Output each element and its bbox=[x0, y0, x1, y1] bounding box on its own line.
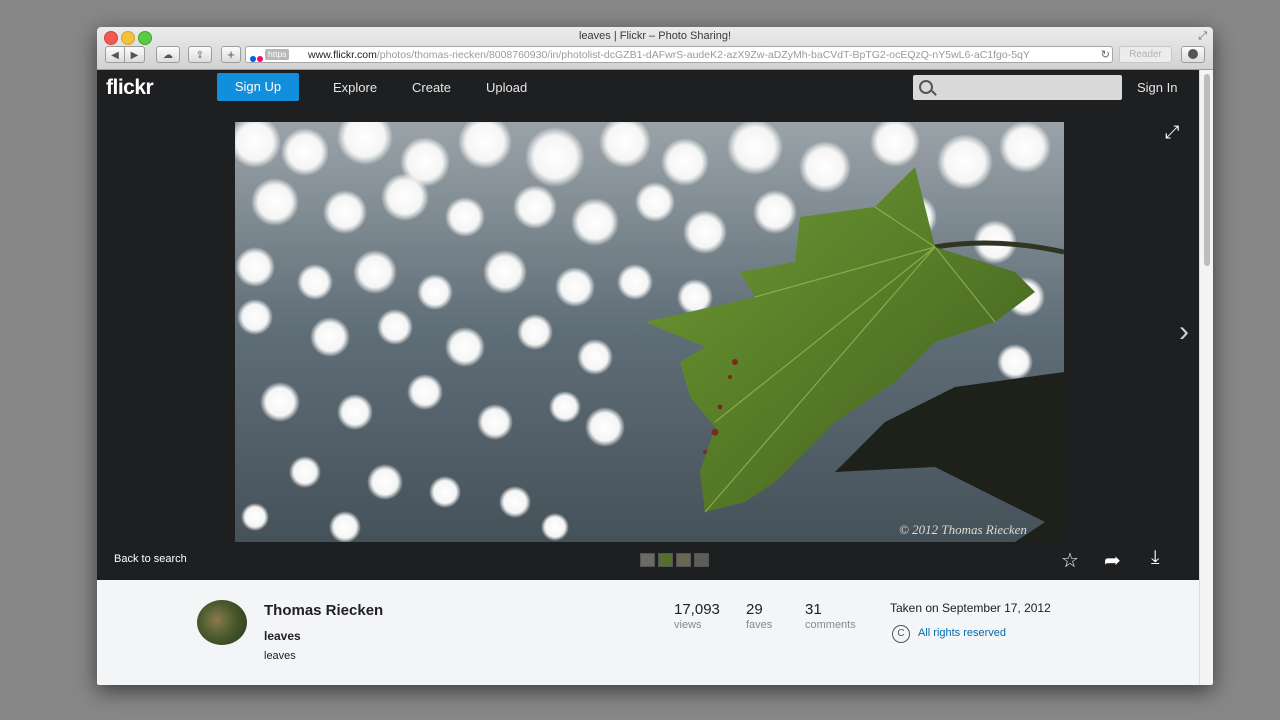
next-photo-arrow[interactable]: › bbox=[1179, 315, 1189, 349]
license-link[interactable]: All rights reserved bbox=[918, 627, 1006, 639]
taken-date[interactable]: Taken on September 17, 2012 bbox=[890, 601, 1051, 615]
photo-info-panel: Thomas Riecken leaves leaves 17,093 view… bbox=[97, 580, 1199, 685]
stat-value: 31 bbox=[805, 601, 822, 618]
stat-comments: 31 comments bbox=[805, 601, 856, 631]
photo-description: leaves bbox=[264, 650, 296, 662]
owner-name[interactable]: Thomas Riecken bbox=[264, 602, 383, 619]
url-host: www.flickr.com bbox=[308, 49, 377, 61]
back-button[interactable]: ◀ bbox=[105, 46, 125, 63]
nav-create[interactable]: Create bbox=[412, 80, 451, 95]
nav-explore[interactable]: Explore bbox=[333, 80, 377, 95]
address-bar[interactable]: https www.flickr.com/photos/thomas-rieck… bbox=[245, 46, 1113, 63]
stat-label: views bbox=[674, 619, 702, 631]
filmstrip-thumb[interactable] bbox=[658, 553, 673, 567]
filmstrip-thumb[interactable] bbox=[694, 553, 709, 567]
scrollbar-thumb[interactable] bbox=[1204, 74, 1210, 266]
icloud-tabs-button[interactable]: ☁ bbox=[156, 46, 180, 63]
copyright-icon: C bbox=[892, 625, 910, 643]
downloads-button[interactable] bbox=[1181, 46, 1205, 63]
flickr-page: flickr Sign Up Explore Create Upload Sig… bbox=[97, 70, 1199, 685]
filmstrip bbox=[640, 553, 712, 567]
page-scrollbar[interactable] bbox=[1199, 70, 1213, 685]
flickr-logo[interactable]: flickr bbox=[106, 76, 154, 100]
forward-button[interactable]: ▶ bbox=[125, 46, 145, 63]
browser-window: leaves | Flickr – Photo Sharing! ⤢ ◀ ▶ ☁… bbox=[97, 27, 1213, 685]
sign-up-button[interactable]: Sign Up bbox=[217, 73, 299, 101]
search-icon bbox=[919, 80, 933, 94]
main-photo[interactable]: © 2012 Thomas Riecken bbox=[235, 122, 1064, 542]
stat-value: 29 bbox=[746, 601, 763, 618]
favicon bbox=[250, 52, 264, 62]
sign-in-link[interactable]: Sign In bbox=[1137, 80, 1177, 95]
fave-star-icon[interactable]: ☆ bbox=[1061, 548, 1079, 573]
photo-image: © 2012 Thomas Riecken bbox=[235, 122, 1064, 542]
avatar[interactable] bbox=[197, 600, 247, 645]
stat-faves: 29 faves bbox=[746, 601, 772, 631]
fullscreen-icon[interactable]: ⤢ bbox=[1198, 30, 1207, 43]
filmstrip-thumb[interactable] bbox=[640, 553, 655, 567]
url-text[interactable]: www.flickr.com/photos/thomas-riecken/800… bbox=[308, 47, 1030, 62]
expand-icon[interactable]: ⤢ bbox=[1165, 122, 1187, 144]
back-to-search-link[interactable]: Back to search bbox=[114, 553, 187, 565]
stat-views: 17,093 views bbox=[674, 601, 720, 631]
photo-title: leaves bbox=[264, 629, 301, 643]
window-title: leaves | Flickr – Photo Sharing! bbox=[578, 30, 732, 42]
search-input[interactable] bbox=[913, 75, 1122, 100]
browser-toolbar: leaves | Flickr – Photo Sharing! ⤢ ◀ ▶ ☁… bbox=[97, 27, 1213, 70]
new-tab-button[interactable]: + bbox=[221, 46, 241, 63]
url-path: /photos/thomas-riecken/8008760930/in/pho… bbox=[376, 49, 1030, 61]
nav-upload[interactable]: Upload bbox=[486, 80, 527, 95]
top-nav: flickr Sign Up Explore Create Upload Sig… bbox=[97, 70, 1199, 108]
download-icon[interactable]: ⤓ bbox=[1151, 547, 1159, 569]
share-button[interactable]: ⇪ bbox=[188, 46, 212, 63]
filmstrip-thumb[interactable] bbox=[676, 553, 691, 567]
reader-button[interactable]: Reader bbox=[1119, 46, 1172, 63]
reload-icon[interactable]: ↻ bbox=[1101, 47, 1110, 62]
photo-watermark: © 2012 Thomas Riecken bbox=[899, 522, 1027, 537]
stat-label: comments bbox=[805, 619, 856, 631]
stat-label: faves bbox=[746, 619, 773, 631]
share-arrow-icon[interactable]: ➦ bbox=[1104, 548, 1121, 573]
stat-value: 17,093 bbox=[674, 601, 720, 618]
downloads-icon bbox=[1188, 49, 1198, 59]
https-badge: https bbox=[265, 49, 290, 60]
